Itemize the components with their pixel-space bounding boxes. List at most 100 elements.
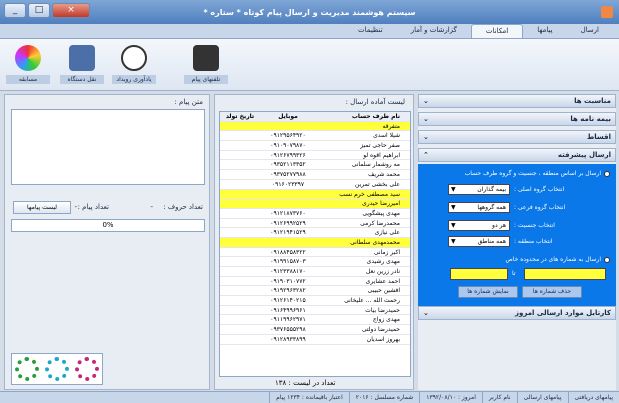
cell-mobile: [260, 199, 316, 208]
cell-mobile: [260, 122, 316, 131]
cell-name: حمیدرضا بیات: [365, 306, 400, 314]
table-row[interactable]: ابراهیم اقوه لو ۰۹۱۲۶۷۹۹۳۲۶: [220, 151, 410, 161]
table-row[interactable]: علی نیازی ۰۹۱۲۱۹۴۱۵۲۹: [220, 228, 410, 238]
table-row[interactable]: حمیدرضا بیات ۰۹۱۶۴۹۹۶۹۶۱: [220, 306, 410, 316]
ribbon-device-button[interactable]: نقل دستگاه: [60, 43, 104, 89]
table-row[interactable]: مهدی رشیدی ۰۹۱۹۹۱۵۸۷۰۳: [220, 257, 410, 267]
cell-name: مهدی پیشگویی: [362, 209, 400, 217]
dropdown-arrow-icon: ▼: [451, 204, 456, 211]
status-sent[interactable]: پیامهای ارسالی: [516, 392, 568, 403]
cell-birthdate: [220, 257, 260, 266]
table-row[interactable]: اکبر زمانی ۰۹۱۸۸۴۵۸۳۲۲: [220, 248, 410, 258]
col-mobile[interactable]: موبایل: [260, 112, 316, 121]
window-title: سیستم هوشمند مدیریت و ارسال پیام کوتاه *…: [203, 7, 416, 17]
send-progress: 0%: [11, 219, 205, 232]
cell-birthdate: [220, 180, 260, 189]
delete-numbers-button[interactable]: حذف شماره ها: [522, 286, 582, 298]
logo-strip: [11, 353, 103, 385]
cell-birthdate: [220, 335, 260, 344]
cell-birthdate: [220, 141, 260, 150]
message-panel: متن پیام : تعداد حروف : - تعداد پیام : -…: [4, 94, 210, 390]
table-row[interactable]: محمدرضا کرمی ۰۹۱۲۶۹۹۲۵۲۹: [220, 219, 410, 229]
close-button[interactable]: ×: [52, 3, 90, 18]
message-textarea[interactable]: [11, 109, 205, 185]
radio-region-group[interactable]: ارسال بر اساس منطقه ، جنسیت و گروه طرف ح…: [465, 170, 610, 177]
table-row[interactable]: شیلا اسدی ۰۹۱۲۹۵۶۴۹۲۰: [220, 131, 410, 142]
tab-settings[interactable]: تنظیمات: [344, 24, 397, 38]
cell-mobile: ۰۹۱۹۹۱۵۸۷۰۳: [270, 258, 306, 266]
chevron-down-icon: ⌄: [423, 97, 429, 105]
group-row[interactable]: متفرقه: [220, 121, 410, 132]
table-row[interactable]: صفر حاجی تمیز ۰۹۱۰۹۰۷۹۸۷۰: [220, 141, 410, 151]
send-list-panel: لیست آماده ارسال : نام طرف حساب موبایل ت…: [214, 94, 414, 390]
table-row[interactable]: افشین حبیبی ۰۹۱۹۲۹۶۳۲۸۲: [220, 286, 410, 297]
tab-send[interactable]: ارسال: [567, 24, 613, 38]
table-row[interactable]: علی بخشی تمرین ۰۹۱۶۰۲۳۳۹۷: [220, 180, 410, 190]
cell-mobile: ۰۹۱۶۴۹۹۶۹۶۱: [270, 306, 306, 314]
cell-birthdate: [220, 238, 260, 247]
tab-reports[interactable]: گزارشات و آمار: [397, 24, 471, 38]
table-row[interactable]: رحمت الله ... علیخانی ۰۹۱۲۶۱۴۰۲۱۵: [220, 296, 410, 306]
table-row[interactable]: مه روشمار سلمانی ۰۹۳۵۲۱۱۳۳۵۲: [220, 160, 410, 171]
cell-birthdate: [220, 190, 260, 199]
cell-birthdate: [220, 267, 260, 276]
gender-select[interactable]: هر دو ▼: [448, 220, 510, 231]
table-row[interactable]: احمد عشایری ۰۹۱۹۰۳۱۰۷۷۲: [220, 277, 410, 287]
logo-magenta: [75, 357, 99, 381]
table-row[interactable]: حمیدرضا دولتی ۰۹۳۷۶۵۵۵۲۹۸: [220, 325, 410, 335]
show-numbers-button[interactable]: نمایش شماره ها: [458, 286, 518, 298]
message-list-button[interactable]: لیست پیامها: [13, 201, 71, 214]
tab-messages[interactable]: پیامها: [523, 24, 566, 38]
region-select[interactable]: همه مناطق ▼: [448, 236, 510, 247]
minimize-button[interactable]: _: [4, 3, 26, 18]
col-name[interactable]: نام طرف حساب: [316, 112, 404, 121]
cell-mobile: ۰۹۱۲۶۹۹۲۵۲۹: [270, 219, 306, 227]
maximize-button[interactable]: □: [28, 3, 50, 18]
table-row[interactable]: محمد شریف ۰۹۳۷۵۲۷۷۹۸۸: [220, 170, 410, 180]
cell-name: متفرقه: [382, 122, 400, 130]
accordion-advanced[interactable]: ارسال پیشرفته ⌃: [418, 148, 616, 162]
cell-birthdate: [220, 286, 260, 295]
cell-mobile: ۰۹۱۲۹۵۶۴۹۲۰: [270, 132, 306, 140]
col-birthdate[interactable]: تاریخ تولد: [220, 112, 260, 121]
sub-group-select[interactable]: همه گروهها ▼: [448, 202, 510, 213]
accordion-occasions[interactable]: مناسبت ها ⌄: [418, 94, 616, 108]
group-row[interactable]: محمدمهدی سلطانی: [220, 237, 410, 248]
status-serial: شماره مسلسل : ۲۰۱۶: [348, 392, 419, 403]
logo-green: [15, 357, 39, 381]
range-to-input[interactable]: [450, 268, 508, 280]
range-from-input[interactable]: [524, 268, 606, 280]
table-row[interactable]: بهروز اسدیان ۰۹۱۲۸۹۳۳۸۹۹: [220, 335, 410, 345]
ribbon: تلفنهای پیام یادآوری رویداد نقل دستگاه م…: [0, 39, 619, 91]
ribbon-reminder-button[interactable]: یادآوری رویداد: [112, 43, 156, 89]
ribbon-phones-button[interactable]: تلفنهای پیام: [184, 43, 228, 89]
status-received[interactable]: پیامهای دریافتی: [567, 392, 619, 403]
cell-birthdate: [220, 277, 260, 286]
table-row[interactable]: نادر زرین نعل ۰۹۱۲۳۳۸۸۱۷۰: [220, 267, 410, 277]
cell-mobile: ۰۹۱۲۱۸۷۳۷۶۰: [270, 209, 306, 217]
cell-birthdate: [220, 170, 260, 179]
group-row[interactable]: سید مصطفی خرم نسب: [220, 189, 410, 200]
count-label: تعداد پیام :: [77, 203, 109, 211]
count-value: -: [74, 203, 77, 211]
table-row[interactable]: مهدی پیشگویی ۰۹۱۲۱۸۷۳۷۶۰: [220, 209, 410, 219]
dropdown-arrow-icon: ▼: [451, 186, 456, 193]
radio-dot: [604, 256, 610, 263]
tab-features[interactable]: امکانات: [470, 24, 524, 38]
table-row[interactable]: مهدی زواج ۰۹۱۱۹۹۶۲۹۷۱: [220, 315, 410, 326]
ribbon-contest-button[interactable]: مسابقه: [6, 43, 50, 89]
cell-birthdate: [220, 325, 260, 334]
cell-birthdate: [220, 151, 260, 160]
range-to-label: تا: [512, 270, 516, 277]
radio-number-range[interactable]: ارسال به شماره های در محدوده خاص: [506, 256, 610, 263]
cell-birthdate: [220, 131, 260, 140]
main-group-select[interactable]: بیمه گذاران ▼: [448, 184, 510, 195]
accordion-today-sent[interactable]: کارتابل موارد ارسالی امروز ⌄: [418, 306, 616, 320]
send-list-grid[interactable]: نام طرف حساب موبایل تاریخ تولد متفرقه شیل…: [219, 111, 411, 377]
cell-name: شیلا اسدی: [373, 132, 400, 140]
status-bar: پیامهای دریافتی پیامهای ارسالی نام کاربر…: [0, 391, 619, 403]
cell-name: علی بخشی تمرین: [355, 180, 400, 188]
group-row[interactable]: امیررضا حیدری: [220, 199, 410, 209]
accordion-insurance[interactable]: بیمه نامه ها ⌄: [418, 112, 616, 126]
accordion-installments[interactable]: اقساط ⌄: [418, 130, 616, 144]
